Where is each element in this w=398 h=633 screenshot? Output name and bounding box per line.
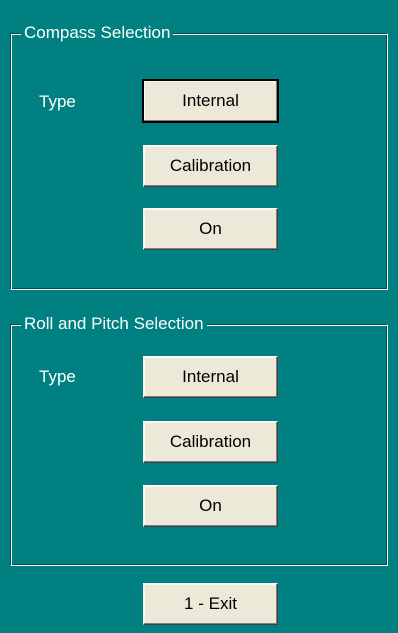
roll-pitch-type-label: Type — [39, 367, 76, 386]
roll-pitch-type-button[interactable]: Internal — [143, 356, 278, 398]
compass-power-button[interactable]: On — [143, 208, 278, 250]
compass-type-label: Type — [39, 92, 76, 111]
roll-pitch-calibration-button[interactable]: Calibration — [143, 421, 278, 463]
exit-button[interactable]: 1 - Exit — [143, 583, 278, 625]
compass-selection-title: Compass Selection — [21, 23, 174, 43]
roll-pitch-power-button[interactable]: On — [143, 485, 278, 527]
roll-pitch-selection-title: Roll and Pitch Selection — [21, 314, 207, 334]
compass-type-button[interactable]: Internal — [142, 79, 279, 123]
compass-calibration-button[interactable]: Calibration — [143, 145, 278, 187]
